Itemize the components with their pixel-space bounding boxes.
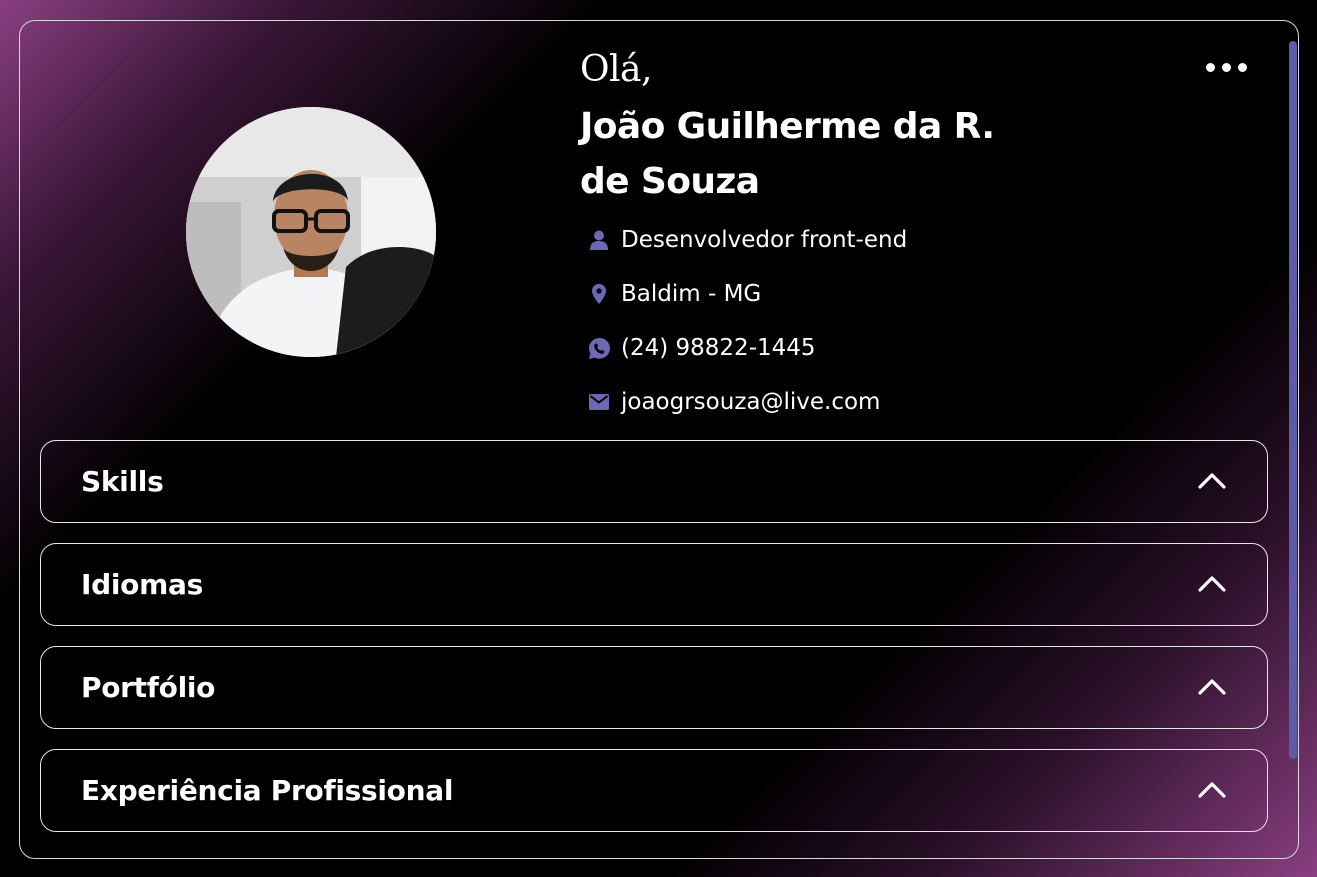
whatsapp-icon — [588, 337, 610, 359]
phone-row: (24) 98822-1445 — [588, 321, 907, 375]
accordion-experiencia[interactable]: Experiência Profissional — [40, 749, 1268, 832]
accordion-idiomas-title: Idiomas — [81, 568, 203, 601]
profile-card: Olá, João Guilherme da R. de Souza Desen… — [19, 20, 1299, 859]
accordion-portfolio[interactable]: Portfólio — [40, 646, 1268, 729]
email-text[interactable]: joaogrsouza@live.com — [621, 389, 880, 415]
accordion-portfolio-title: Portfólio — [81, 671, 216, 704]
role-row: Desenvolvedor front-end — [588, 213, 907, 267]
more-options-button[interactable] — [1204, 59, 1248, 75]
email-row: joaogrsouza@live.com — [588, 375, 907, 429]
more-dots-icon — [1205, 62, 1215, 72]
location-row: Baldim - MG — [588, 267, 907, 321]
profile-name: João Guilherme da R. de Souza — [580, 106, 995, 202]
person-icon — [588, 229, 610, 251]
chevron-up-icon — [1197, 470, 1227, 494]
avatar — [186, 107, 436, 357]
map-pin-icon — [588, 283, 610, 305]
accordion-experiencia-title: Experiência Profissional — [81, 774, 454, 807]
more-dots-icon — [1237, 62, 1247, 72]
chevron-up-icon — [1197, 779, 1227, 803]
chevron-up-icon — [1197, 676, 1227, 700]
chevron-up-icon — [1197, 573, 1227, 597]
scrollbar[interactable] — [1289, 41, 1297, 759]
contact-info: Desenvolvedor front-end Baldim - MG (24)… — [588, 213, 907, 429]
accordion-idiomas[interactable]: Idiomas — [40, 543, 1268, 626]
greeting: Olá, — [580, 49, 652, 90]
more-dots-icon — [1221, 62, 1231, 72]
phone-text: (24) 98822-1445 — [621, 335, 816, 361]
accordion-skills-title: Skills — [81, 465, 164, 498]
location-text: Baldim - MG — [621, 281, 762, 307]
envelope-icon — [588, 391, 610, 413]
accordion-skills[interactable]: Skills — [40, 440, 1268, 523]
role-text: Desenvolvedor front-end — [621, 227, 908, 253]
